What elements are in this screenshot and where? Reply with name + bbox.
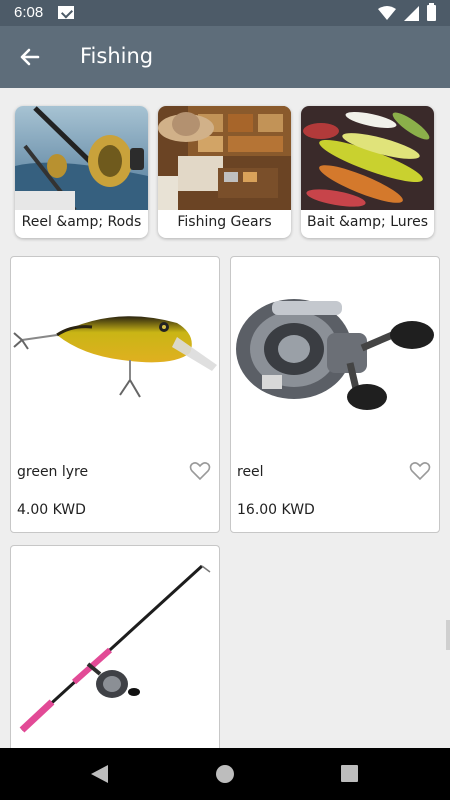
category-card-bait-lures[interactable]: Bait &amp; Lures [301,106,434,238]
product-card[interactable]: reel 16.00 KWD [230,256,440,533]
app-bar: Fishing [0,26,450,88]
product-image-rod [12,552,218,742]
wifi-icon [378,6,396,20]
status-bar: 6:08 [0,0,450,26]
product-card[interactable] [10,545,220,748]
product-name: reel [237,464,264,480]
product-price: 4.00 KWD [17,502,86,518]
category-label: Fishing Gears [177,214,272,230]
system-nav-bar [0,748,450,800]
product-price: 16.00 KWD [237,502,315,518]
mail-notification-icon [58,6,74,19]
product-card[interactable]: green lyre 4.00 KWD [10,256,220,533]
category-label: Bait &amp; Lures [307,214,428,230]
status-time: 6:08 [14,4,44,21]
page-title: Fishing [80,44,154,68]
back-arrow-icon[interactable] [14,43,46,71]
bait-lures-image [301,106,434,210]
nav-home-icon[interactable] [216,765,234,783]
category-card-fishing-gears[interactable]: Fishing Gears [158,106,291,238]
nav-back-icon[interactable] [91,765,108,783]
product-name: green lyre [17,464,89,480]
signal-icon [404,5,419,21]
fishing-gears-image [158,106,291,210]
status-icons [378,3,436,21]
nav-recent-apps-icon[interactable] [341,765,358,782]
category-label: Reel &amp; Rods [21,214,142,230]
scrollbar[interactable] [446,620,450,650]
category-list: Reel &amp; Rods Fishing Gears Bait &amp;… [15,106,435,238]
favorite-heart-icon[interactable] [409,461,431,481]
favorite-heart-icon[interactable] [189,461,211,481]
battery-icon [427,3,436,21]
product-image-reel [236,299,434,410]
reel-rods-image [15,106,148,210]
product-image-lure [13,316,217,398]
category-card-reel-rods[interactable]: Reel &amp; Rods [15,106,148,238]
